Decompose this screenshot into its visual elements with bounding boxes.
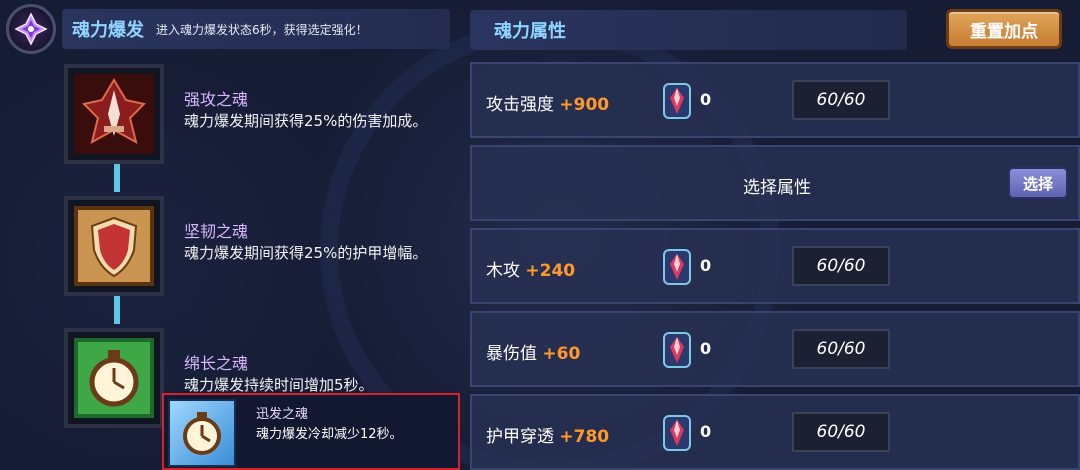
select-button[interactable]: 选择	[1008, 167, 1068, 199]
attribute-cap: 60/60	[792, 80, 890, 120]
gem-count: 0	[700, 256, 712, 275]
attribute-select-row: 选择属性 选择	[470, 145, 1080, 221]
skill-row[interactable]: 坚韧之魂 魂力爆发期间获得25%的护甲增幅。	[64, 196, 454, 296]
red-sword-soul-icon[interactable]	[64, 64, 164, 164]
gem-count: 0	[700, 422, 712, 441]
attribute-label: 木攻 +240	[486, 261, 576, 281]
attribute-bonus: +780	[559, 427, 610, 447]
skill-connector	[114, 296, 120, 324]
burst-header: 魂力爆发 进入魂力爆发状态6秒，获得选定强化！	[6, 4, 450, 54]
attribute-bonus: +60	[542, 344, 581, 364]
skill-name: 绵长之魂	[184, 354, 249, 373]
skill-description: 魂力爆发冷却减少12秒。	[256, 427, 403, 442]
skill-name: 坚韧之魂	[184, 222, 249, 241]
skill-description: 魂力爆发期间获得25%的伤害加成。	[184, 112, 428, 130]
attribute-cap: 60/60	[792, 246, 890, 286]
gem-count: 0	[700, 339, 712, 358]
soul-gem-icon	[663, 249, 691, 285]
skill-connector	[114, 164, 120, 192]
attribute-bonus: +240	[525, 261, 576, 281]
shield-soul-icon[interactable]	[64, 196, 164, 296]
attribute-row: 暴伤值 +60 0 60/60	[470, 311, 1080, 387]
attribute-row: 护甲穿透 +780 0 60/60	[470, 394, 1080, 470]
attribute-cap: 60/60	[792, 412, 890, 452]
purple-crystal-emblem-icon	[6, 4, 56, 54]
attribute-cap: 60/60	[792, 329, 890, 369]
burst-title: 魂力爆发	[72, 20, 144, 41]
skill-row[interactable]: 强攻之魂 魂力爆发期间获得25%的伤害加成。	[64, 64, 454, 164]
reset-points-button[interactable]: 重置加点	[946, 9, 1062, 49]
burst-description: 进入魂力爆发状态6秒，获得选定强化！	[156, 22, 368, 37]
attributes-title: 魂力属性	[494, 21, 566, 42]
attribute-label: 护甲穿透 +780	[486, 427, 610, 447]
attribute-label: 暴伤值 +60	[486, 344, 581, 364]
skill-name: 强攻之魂	[184, 90, 249, 109]
attribute-label: 攻击强度 +900	[486, 95, 610, 115]
soul-gem-icon	[663, 415, 691, 451]
blue-clock-soul-icon	[168, 399, 236, 467]
select-attribute-label: 选择属性	[743, 178, 811, 198]
attribute-bonus: +900	[559, 95, 610, 115]
attribute-row: 木攻 +240 0 60/60	[470, 228, 1080, 304]
attribute-row: 攻击强度 +900 0 60/60	[470, 62, 1080, 138]
gem-count: 0	[700, 90, 712, 109]
attributes-header: 魂力属性	[470, 10, 907, 50]
highlighted-skill[interactable]: 迅发之魂 魂力爆发冷却减少12秒。	[162, 393, 460, 470]
soul-gem-icon	[663, 83, 691, 119]
skill-description: 魂力爆发期间获得25%的护甲增幅。	[184, 244, 428, 262]
burst-header-bar: 魂力爆发 进入魂力爆发状态6秒，获得选定强化！	[62, 9, 450, 49]
green-clock-soul-icon[interactable]	[64, 328, 164, 428]
skill-name: 迅发之魂	[256, 407, 309, 422]
skill-tree: 强攻之魂 魂力爆发期间获得25%的伤害加成。 坚韧之魂 魂力爆发期间获得25%的…	[0, 56, 460, 470]
soul-gem-icon	[663, 332, 691, 368]
